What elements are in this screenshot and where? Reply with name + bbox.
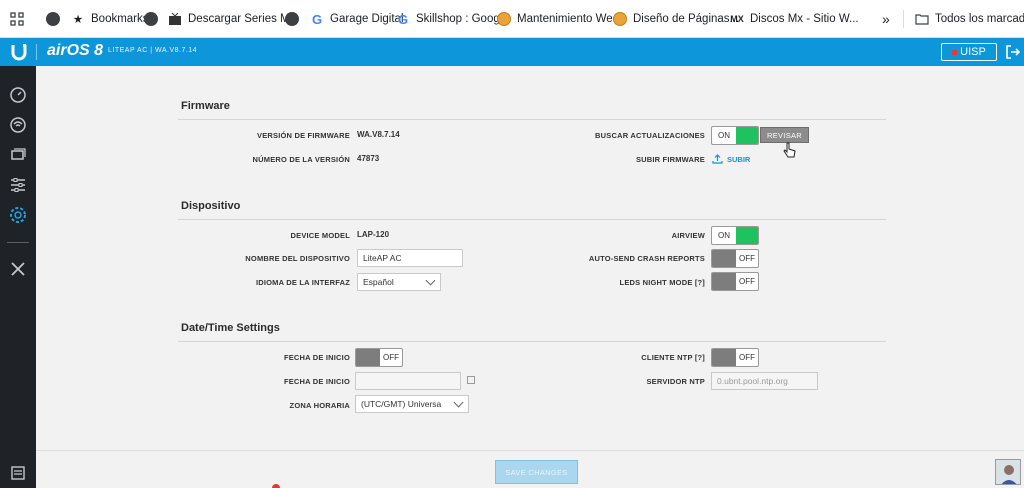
bookmark-label: Diseño de Páginas... [633,13,740,25]
more-bookmarks-button[interactable]: » [882,0,890,38]
device-name-input[interactable]: LiteAP AC [357,249,463,267]
section-title-firmware: Firmware [181,100,230,112]
leds-night-mode-label: LEDS NIGHT MODE [?] [619,278,705,287]
airview-toggle[interactable]: ON [711,226,759,245]
ntp-client-label: CLIENTE NTP [?] [641,353,705,362]
folder-icon [915,12,929,26]
build-number-value: 47873 [357,154,380,163]
section-title-device: Dispositivo [181,200,241,212]
google-icon: G [397,11,409,27]
firmware-version-label: VERSIÓN DE FIRMWARE [257,131,350,140]
revisar-button[interactable]: REVISAR [760,127,809,143]
interface-language-select[interactable]: Español [357,273,441,291]
bookmarks-bar: ★ Bookmarks Descargar Series M... G Gara… [0,0,1024,38]
bookmark-link-diseno[interactable]: Diseño de Páginas... [613,0,739,38]
uisp-status-icon [952,49,958,55]
leds-night-mode-toggle[interactable]: OFF [711,272,759,291]
ntp-server-input[interactable]: 0.ubnt.pool.ntp.org [711,372,818,390]
chevron-down-icon [425,275,436,285]
bookmark-label: Garage Digital [330,13,404,25]
ntp-server-label: SERVIDOR NTP [646,377,705,386]
device-version: LITEAP AC | WA.V8.7.14 [108,47,198,54]
globe-icon[interactable] [46,0,66,38]
services-icon[interactable] [9,176,27,194]
dashboard-icon[interactable] [9,86,27,104]
uisp-label: UISP [960,46,986,58]
airos-logo: airOS 8 [47,42,104,59]
airview-label: AIRVIEW [671,231,705,240]
ubiquiti-logo-icon[interactable] [9,42,29,62]
chevron-down-icon [453,397,464,407]
bookmark-link-garage-digital[interactable]: G Garage Digital [310,0,404,38]
tools-icon[interactable] [9,260,27,278]
log-icon[interactable] [9,464,27,482]
series-icon [168,12,182,26]
wordpress-icon [497,12,511,26]
ntp-client-toggle[interactable]: OFF [711,348,759,367]
start-date-toggle[interactable]: OFF [355,348,403,367]
section-title-datetime: Date/Time Settings [181,322,280,334]
main-content [36,66,1024,488]
build-number-label: NÚMERO DE LA VERSIÓN [252,155,350,164]
pointer-cursor-icon [783,142,797,160]
upload-firmware-label: SUBIR FIRMWARE [635,155,705,164]
check-updates-toggle[interactable]: ON [711,126,759,145]
top-header: airOS 8 LITEAP AC | WA.V8.7.14 UISP [0,38,1024,66]
bookmark-label: Mantenimiento We... [517,13,623,25]
check-updates-label: BUSCAR ACTUALIZACIONES [595,131,705,140]
divider [7,242,29,243]
apps-grid-icon[interactable] [10,0,24,38]
calendar-icon[interactable] [467,376,475,384]
divider [36,44,37,60]
bookmark-label: Bookmarks [91,13,149,25]
all-bookmarks-folder[interactable]: Todos los marcadores [915,0,1024,38]
device-model-label: DEVICE MODEL [290,231,350,240]
discos-icon: MX [730,14,744,24]
bookmark-label: Discos Mx - Sitio W... [750,13,859,25]
bookmark-link-discos[interactable]: MX Discos Mx - Sitio W... [730,0,859,38]
divider [178,219,886,220]
wordpress-icon [613,12,627,26]
divider [903,10,904,28]
timezone-select[interactable]: (UTC/GMT) Universa [355,395,469,413]
start-date-toggle-label: FECHA DE INICIO [283,353,350,362]
device-name-label: NOMBRE DEL DISPOSITIVO [245,254,350,263]
timezone-label: ZONA HORARIA [289,401,350,410]
uisp-button[interactable]: UISP [941,43,997,61]
wireless-icon[interactable] [9,116,27,134]
globe-icon[interactable] [285,0,305,38]
upload-icon [712,154,723,164]
bookmark-link-skillshop[interactable]: G Skillshop : Google [396,0,509,38]
all-bookmarks-label: Todos los marcadores [935,13,1024,25]
logout-icon[interactable] [1005,44,1021,60]
sidebar [0,66,36,488]
crash-reports-toggle[interactable]: OFF [711,249,759,268]
divider [178,341,886,342]
bookmark-label: Descargar Series M... [188,13,300,25]
bookmark-label: Skillshop : Google [416,13,509,25]
save-changes-button[interactable]: SAVE CHANGES [495,460,578,484]
interface-language-label: IDIOMA DE LA INTERFAZ [255,278,350,287]
avatar [995,459,1021,485]
crash-reports-label: AUTO-SEND CRASH REPORTS [588,254,705,263]
bookmark-link-mantenimiento[interactable]: Mantenimiento We... [497,0,622,38]
start-date-input[interactable] [355,372,461,390]
record-indicator-icon [272,484,280,488]
device-model-value: LAP-120 [357,230,390,239]
settings-icon[interactable] [9,206,27,224]
divider [178,119,886,120]
globe-icon[interactable] [144,0,164,38]
firmware-version-value: WA.V8.7.14 [357,130,400,139]
bookmark-link-series[interactable]: Descargar Series M... [168,0,299,38]
upload-firmware-link[interactable]: SUBIR [712,154,750,164]
bookmark-link-bookmarks[interactable]: ★ Bookmarks [71,0,149,38]
start-date-label: FECHA DE INICIO [283,377,350,386]
star-icon: ★ [72,14,84,26]
google-icon: G [311,11,323,27]
network-icon[interactable] [9,146,27,164]
